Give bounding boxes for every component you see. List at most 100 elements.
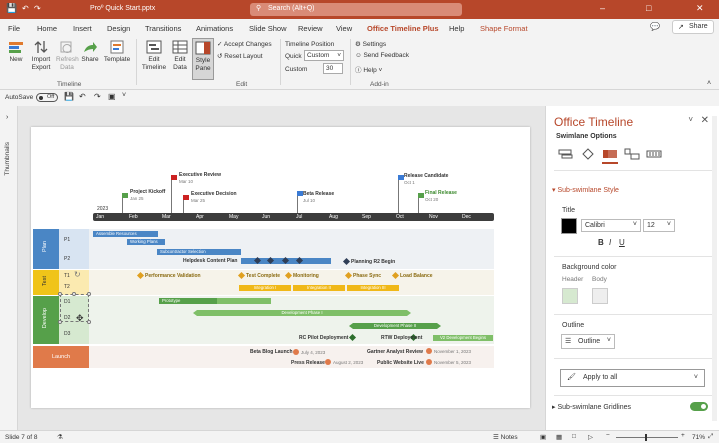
task-bar[interactable]: Working Plans xyxy=(127,239,165,245)
save-icon[interactable]: 💾 xyxy=(6,3,17,14)
task-bar[interactable]: Assemble Resources xyxy=(93,231,158,237)
reading-view-icon[interactable]: □ xyxy=(572,433,576,440)
sublane-header[interactable]: P1 P2 xyxy=(59,229,89,269)
tab-animations[interactable]: Animations xyxy=(196,24,233,33)
quick-position-dropdown[interactable]: Custom ˅ xyxy=(304,50,344,61)
normal-view-icon[interactable]: ▣ xyxy=(540,433,546,441)
task-bar[interactable]: Development Phase II xyxy=(349,323,441,329)
milestone-style-icon[interactable] xyxy=(580,148,596,160)
accessibility-icon[interactable]: ⚗ xyxy=(57,433,63,441)
autosave-toggle[interactable]: Off xyxy=(36,93,58,102)
edit-timeline-button[interactable]: Edit Timeline xyxy=(140,40,168,72)
help-button[interactable]: ⓘ Help ˅ xyxy=(355,64,382,74)
custom-position-input[interactable]: 30 xyxy=(323,63,343,74)
save-icon[interactable]: 💾 xyxy=(64,92,74,101)
comments-icon[interactable]: 💬 xyxy=(650,22,660,31)
refresh-data-button[interactable]: Refresh Data xyxy=(56,40,79,72)
launch-milestone[interactable] xyxy=(426,348,432,354)
slideshow-icon[interactable]: ▷ xyxy=(588,433,593,441)
task-bar[interactable]: Integration I xyxy=(239,285,291,291)
launch-milestone[interactable] xyxy=(293,349,299,355)
resize-handle[interactable] xyxy=(87,320,91,324)
font-family-select[interactable]: Calibri ˅ xyxy=(581,219,641,232)
title-color-swatch[interactable] xyxy=(561,218,577,234)
search-box[interactable]: ⚲ Search (Alt+Q) xyxy=(250,3,462,16)
timescale-bar[interactable]: Jan Feb Mar Apr May Jun Jul Aug Sep Oct … xyxy=(93,213,494,221)
sub-swimlane-gridlines-section[interactable]: ▸ Sub-swimlane Gridlines xyxy=(552,403,631,411)
tab-design[interactable]: Design xyxy=(107,24,130,33)
fit-to-window-icon[interactable]: ⤢ xyxy=(708,433,713,441)
zoom-out-icon[interactable]: − xyxy=(606,432,610,439)
present-icon[interactable]: ▣ xyxy=(108,92,116,101)
flag-icon[interactable] xyxy=(171,175,177,180)
tab-home[interactable]: Home xyxy=(37,24,57,33)
flag-icon[interactable] xyxy=(183,195,189,200)
resize-handle[interactable] xyxy=(58,320,62,324)
share-button[interactable]: ↗ Share xyxy=(672,20,714,34)
customize-qat-icon[interactable]: ˅ xyxy=(122,92,126,99)
task-bar[interactable]: Integration III xyxy=(347,285,399,291)
import-export-button[interactable]: Import Export xyxy=(28,40,54,72)
bold-button[interactable]: B xyxy=(598,238,604,247)
resize-handle[interactable] xyxy=(72,292,76,296)
resize-handle[interactable] xyxy=(58,292,62,296)
notes-button[interactable]: ☰ Notes xyxy=(493,433,518,441)
zoom-level[interactable]: 71% xyxy=(692,434,705,441)
timeband-style-icon[interactable] xyxy=(624,148,640,160)
edit-data-button[interactable]: Edit Data xyxy=(170,40,190,72)
tab-view[interactable]: View xyxy=(336,24,352,33)
section-sub-swimlane-style[interactable]: ▾ Sub-swimlane Style xyxy=(552,186,619,194)
task-bar[interactable]: Prototype xyxy=(159,298,217,304)
slide-sorter-icon[interactable]: ▦ xyxy=(556,433,562,441)
tab-shape-format[interactable]: Shape Format xyxy=(480,24,528,33)
pane-options-icon[interactable]: ˅ xyxy=(688,115,693,124)
redo-icon[interactable]: ↷ xyxy=(34,4,41,13)
header-color-swatch[interactable] xyxy=(562,288,578,304)
tab-file[interactable]: File xyxy=(8,24,20,33)
undo-icon[interactable]: ↶ xyxy=(79,92,86,101)
launch-milestone[interactable] xyxy=(426,359,432,365)
collapse-ribbon-icon[interactable]: ˄ xyxy=(707,80,711,87)
task-bar[interactable]: Development Phase I xyxy=(193,310,411,316)
flag-icon[interactable] xyxy=(418,193,424,198)
undo-icon[interactable]: ↶ xyxy=(22,4,29,13)
close-pane-icon[interactable]: ✕ xyxy=(701,115,709,126)
share-timeline-button[interactable]: Share xyxy=(80,40,100,64)
tab-slide-show[interactable]: Slide Show xyxy=(249,24,287,33)
redo-icon[interactable]: ↷ xyxy=(94,92,101,101)
swimlane-header-plan[interactable]: Plan xyxy=(33,229,59,269)
tab-office-timeline-plus[interactable]: Office Timeline Plus xyxy=(367,24,439,33)
selection-frame[interactable] xyxy=(60,294,89,322)
launch-milestone[interactable] xyxy=(325,359,331,365)
task-bar[interactable]: Subcontractor Selection xyxy=(157,249,241,255)
style-pane-button[interactable]: Style Pane xyxy=(192,38,214,80)
outline-dropdown[interactable]: ☰ Outline ˅ xyxy=(561,334,615,349)
tab-insert[interactable]: Insert xyxy=(73,24,92,33)
maximize-icon[interactable]: □ xyxy=(646,3,651,13)
apply-to-all-button[interactable]: 🖌 Apply to all ˅ xyxy=(560,369,705,387)
close-icon[interactable]: ✕ xyxy=(696,3,704,14)
accept-changes-button[interactable]: ✓ Accept Changes xyxy=(217,40,272,48)
expand-thumbnails-icon[interactable]: › xyxy=(6,114,8,121)
tab-transitions[interactable]: Transitions xyxy=(145,24,181,33)
swimlane-header-launch[interactable]: Launch xyxy=(33,346,89,368)
new-button[interactable]: New xyxy=(6,40,26,64)
tab-review[interactable]: Review xyxy=(298,24,323,33)
slide[interactable]: Project Kickoff Jan 25 Executive Review … xyxy=(31,127,530,408)
body-color-swatch[interactable] xyxy=(592,288,608,304)
tab-help[interactable]: Help xyxy=(449,24,464,33)
zoom-slider-thumb[interactable] xyxy=(645,434,647,441)
italic-button[interactable]: I xyxy=(609,238,611,247)
underline-button[interactable]: U xyxy=(619,238,625,247)
flag-icon[interactable] xyxy=(122,193,128,198)
resize-handle[interactable] xyxy=(87,292,91,296)
send-feedback-button[interactable]: ☺ Send Feedback xyxy=(355,52,409,59)
template-button[interactable]: Template xyxy=(103,40,131,64)
settings-button[interactable]: ⚙ Settings xyxy=(355,40,386,48)
zoom-in-icon[interactable]: + xyxy=(681,432,685,439)
reset-layout-button[interactable]: ↺ Reset Layout xyxy=(217,52,263,60)
pane-scrollbar[interactable] xyxy=(712,116,717,421)
thumbnails-pane[interactable]: › Thumbnails xyxy=(0,106,18,430)
swimlane-style-icon[interactable] xyxy=(602,148,618,160)
task-bar[interactable]: V2 Development Begins xyxy=(433,335,493,341)
